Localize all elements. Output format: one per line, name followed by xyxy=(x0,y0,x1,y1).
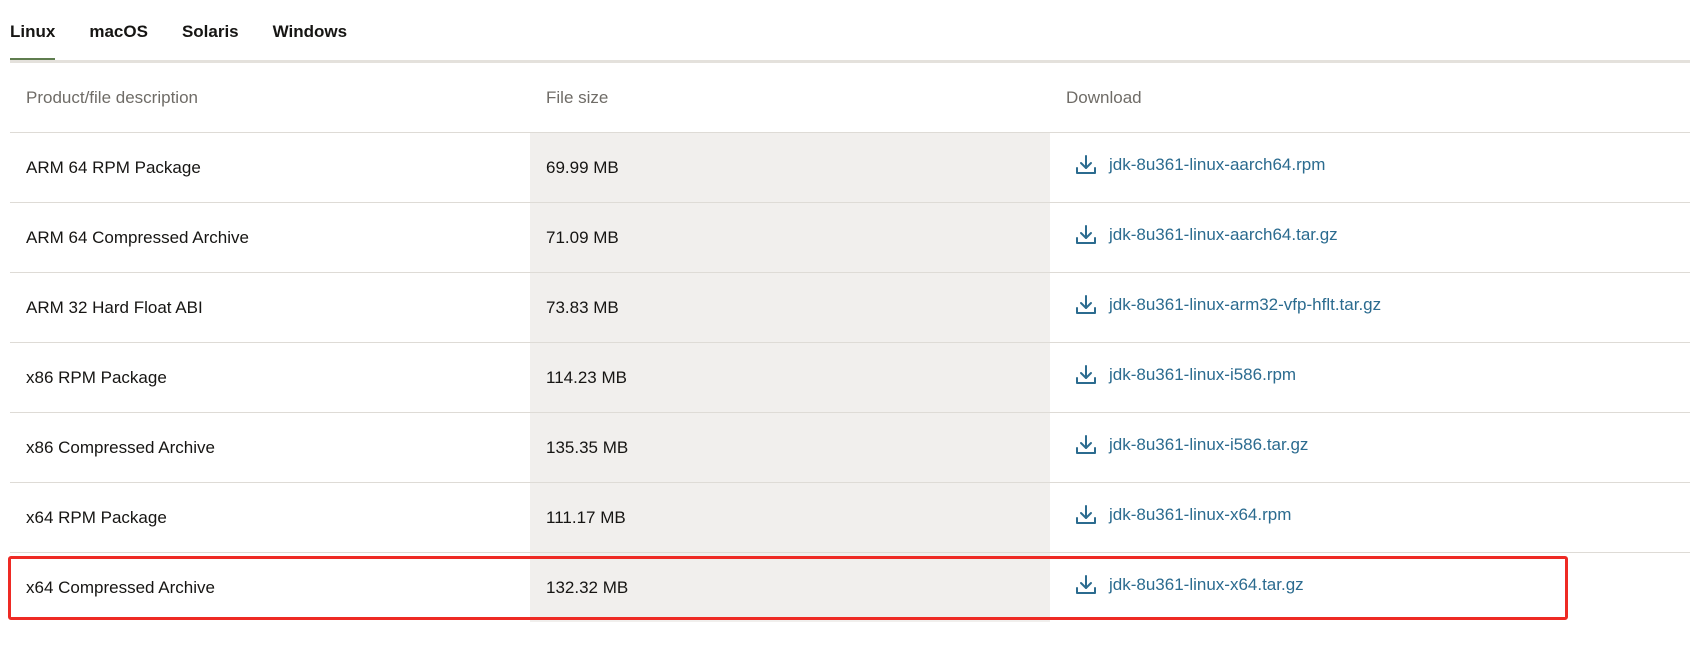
row-download-cell: jdk-8u361-linux-aarch64.tar.gz xyxy=(1050,202,1690,273)
download-filename: jdk-8u361-linux-arm32-vfp-hflt.tar.gz xyxy=(1109,295,1382,314)
download-link[interactable]: jdk-8u361-linux-x64.rpm xyxy=(1074,503,1291,527)
download-icon xyxy=(1074,223,1098,247)
download-link[interactable]: jdk-8u361-linux-aarch64.rpm xyxy=(1074,153,1325,177)
download-icon xyxy=(1074,503,1098,527)
download-filename: jdk-8u361-linux-x64.rpm xyxy=(1109,505,1292,524)
download-filename: jdk-8u361-linux-x64.tar.gz xyxy=(1109,575,1304,594)
download-filename: jdk-8u361-linux-i586.rpm xyxy=(1109,365,1297,384)
row-download-cell: jdk-8u361-linux-i586.tar.gz xyxy=(1050,412,1690,483)
table-row: x64 RPM Package 111.17 MB jdk-8u361-linux-… xyxy=(10,482,1690,553)
row-description: x86 Compressed Archive xyxy=(10,412,530,483)
row-description: x86 RPM Package xyxy=(10,342,530,413)
table-row: ARM 64 Compressed Archive 71.09 MB jdk-8u3… xyxy=(10,202,1690,273)
download-link[interactable]: jdk-8u361-linux-arm32-vfp-hflt.tar.gz xyxy=(1074,293,1381,317)
row-description: x64 RPM Package xyxy=(10,482,530,553)
row-description: ARM 32 Hard Float ABI xyxy=(10,272,530,343)
download-filename: jdk-8u361-linux-aarch64.rpm xyxy=(1109,155,1326,174)
tab-solaris[interactable]: Solaris xyxy=(182,0,239,62)
download-link[interactable]: jdk-8u361-linux-aarch64.tar.gz xyxy=(1074,223,1338,247)
row-download-cell: jdk-8u361-linux-i586.rpm xyxy=(1050,342,1690,413)
table-header-row: Product/file description File size Downl… xyxy=(10,63,1690,133)
row-file-size: 71.09 MB xyxy=(530,202,1050,273)
table-row: x86 Compressed Archive 135.35 MB jdk-8u361… xyxy=(10,412,1690,483)
row-file-size: 132.32 MB xyxy=(530,552,1050,622)
row-download-cell: jdk-8u361-linux-x64.rpm xyxy=(1050,482,1690,553)
row-description: ARM 64 RPM Package xyxy=(10,132,530,203)
row-file-size: 114.23 MB xyxy=(530,342,1050,413)
download-icon xyxy=(1074,153,1098,177)
row-file-size: 69.99 MB xyxy=(530,132,1050,203)
row-download-cell: jdk-8u361-linux-aarch64.rpm xyxy=(1050,132,1690,203)
download-link[interactable]: jdk-8u361-linux-i586.tar.gz xyxy=(1074,433,1308,457)
download-icon xyxy=(1074,293,1098,317)
download-link[interactable]: jdk-8u361-linux-x64.tar.gz xyxy=(1074,573,1304,597)
row-description: x64 Compressed Archive xyxy=(26,577,215,597)
downloads-table: Product/file description File size Downl… xyxy=(10,63,1690,622)
row-download-cell: jdk-8u361-linux-x64.tar.gz xyxy=(1050,553,1690,623)
table-row: ARM 64 RPM Package 69.99 MB jdk-8u361-linu… xyxy=(10,132,1690,203)
tab-macos[interactable]: macOS xyxy=(89,0,148,62)
tab-linux[interactable]: Linux xyxy=(10,0,56,62)
header-description: Product/file description xyxy=(10,63,530,133)
download-icon xyxy=(1074,573,1098,597)
row-description: ARM 64 Compressed Archive xyxy=(10,202,530,273)
header-download: Download xyxy=(1050,63,1690,133)
row-file-size: 111.17 MB xyxy=(530,482,1050,553)
table-row: x64 Compressed Archive 132.32 MB jdk-8u361… xyxy=(10,552,1690,623)
table-row: x86 RPM Package 114.23 MB jdk-8u361-linux-… xyxy=(10,342,1690,413)
download-icon xyxy=(1074,433,1098,457)
header-file-size: File size xyxy=(530,63,1050,133)
os-tabs: Linux macOS Solaris Windows xyxy=(10,0,381,62)
table-row: ARM 32 Hard Float ABI 73.83 MB jdk-8u361-l… xyxy=(10,272,1690,343)
row-file-size: 135.35 MB xyxy=(530,412,1050,483)
download-link[interactable]: jdk-8u361-linux-i586.rpm xyxy=(1074,363,1296,387)
download-icon xyxy=(1074,363,1098,387)
row-file-size: 73.83 MB xyxy=(530,272,1050,343)
tab-windows[interactable]: Windows xyxy=(273,0,347,62)
row-download-cell: jdk-8u361-linux-arm32-vfp-hflt.tar.gz xyxy=(1050,272,1690,343)
download-filename: jdk-8u361-linux-aarch64.tar.gz xyxy=(1109,225,1338,244)
download-filename: jdk-8u361-linux-i586.tar.gz xyxy=(1109,435,1309,454)
